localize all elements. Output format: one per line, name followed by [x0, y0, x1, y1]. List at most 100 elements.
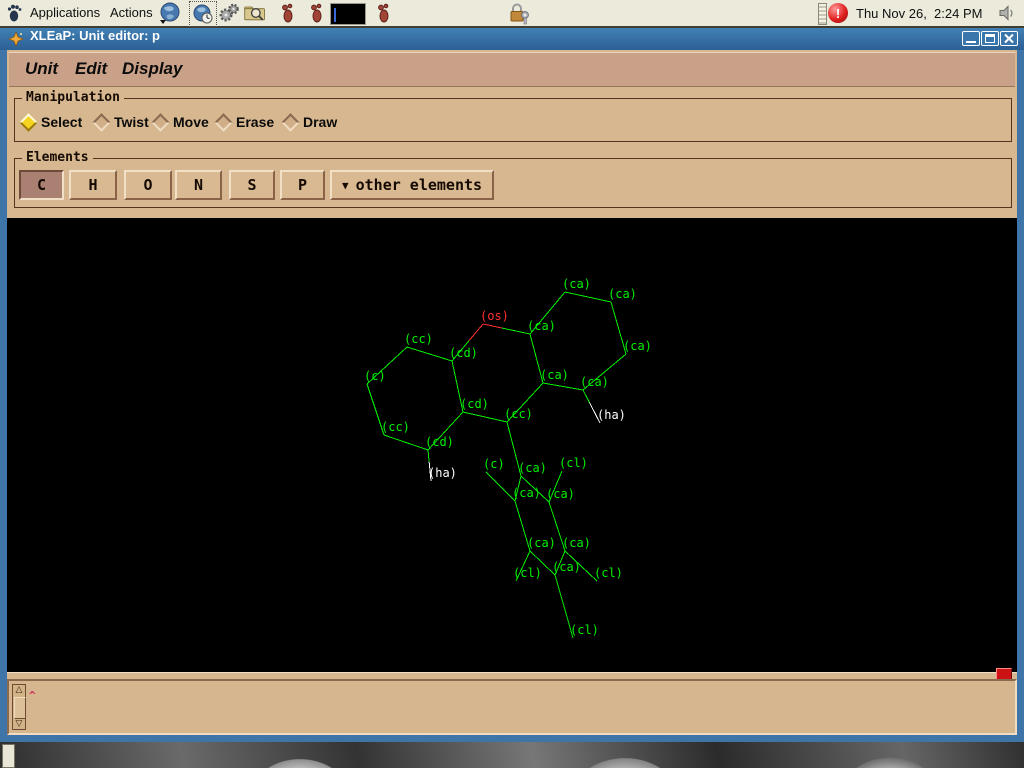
speaker-icon: [997, 4, 1017, 22]
close-icon: [1001, 32, 1017, 45]
menubar: Unit Edit Display: [9, 52, 1015, 87]
footprint-launcher-3[interactable]: [372, 2, 396, 24]
atom-label-cl1[interactable]: (cl): [559, 456, 588, 470]
element-button-s[interactable]: S: [229, 170, 275, 200]
atom-label-cd2[interactable]: (cd): [460, 397, 489, 411]
atom-label-cd3[interactable]: (cd): [425, 435, 454, 449]
atom-label-ca3[interactable]: (ca): [527, 319, 556, 333]
menu-actions[interactable]: Actions: [110, 5, 153, 20]
globe-icon: [158, 1, 182, 25]
atom-label-ca11[interactable]: (ca): [562, 536, 591, 550]
bond[interactable]: [428, 450, 429, 462]
lockscreen-launcher[interactable]: [507, 2, 531, 24]
scroll-up-icon[interactable]: △: [13, 685, 25, 695]
element-button-p[interactable]: P: [280, 170, 325, 200]
titlebar[interactable]: XLEaP: Unit editor: p: [0, 28, 1024, 50]
close-button[interactable]: [1000, 31, 1018, 46]
clock[interactable]: Thu Nov 26, 2:24 PM: [856, 6, 982, 21]
bond[interactable]: [463, 412, 507, 422]
radio-label: Draw: [303, 114, 337, 130]
footprint-icon: [309, 2, 325, 24]
other-elements-label: other elements: [356, 176, 482, 194]
atom-label-c2[interactable]: (c): [483, 457, 505, 471]
atom-label-ca9[interactable]: (ca): [546, 487, 575, 501]
panel-edge-tab[interactable]: [2, 744, 15, 768]
molecule-drawing[interactable]: (ca) (ca) (os) (ca) (cc) (cd) (ca) (c) (ca) (ca) (…: [7, 218, 1017, 672]
radio-erase[interactable]: Erase: [217, 114, 274, 130]
window-star-icon: [8, 31, 24, 52]
atom-label-ca2[interactable]: (ca): [608, 287, 637, 301]
atom-label-cl4[interactable]: (cl): [570, 623, 599, 637]
menu-edit[interactable]: Edit: [75, 59, 107, 79]
atom-label-ca5[interactable]: (ca): [540, 368, 569, 382]
element-button-o[interactable]: O: [124, 170, 172, 200]
atom-label-ca12[interactable]: (ca): [552, 560, 581, 574]
elements-group: Elements C H O N S P ▼ other elements: [14, 158, 1012, 208]
bond[interactable]: [583, 390, 589, 403]
scrollbar-thumb[interactable]: [14, 697, 26, 719]
other-elements-button[interactable]: ▼ other elements: [330, 170, 494, 200]
radio-diamond-icon: [281, 113, 299, 131]
atom-label-cc3[interactable]: (cc): [381, 420, 410, 434]
atom-label-c1[interactable]: (c): [364, 369, 386, 383]
atom-label-cc2[interactable]: (cc): [504, 407, 533, 421]
maximize-button[interactable]: [981, 31, 999, 46]
bond[interactable]: [486, 472, 515, 501]
system-monitor-applet[interactable]: [330, 3, 366, 25]
atom-label-ca4[interactable]: (ca): [623, 339, 652, 353]
bond[interactable]: [543, 383, 583, 390]
radio-select[interactable]: Select: [22, 114, 82, 130]
maximize-icon: [985, 34, 995, 43]
update-alert-icon[interactable]: !: [828, 3, 848, 23]
atom-label-ca8[interactable]: (ca): [512, 486, 541, 500]
radio-twist[interactable]: Twist: [95, 114, 149, 130]
panel-handle[interactable]: [818, 3, 827, 25]
radio-diamond-icon: [151, 113, 169, 131]
footprint-launcher-1[interactable]: [276, 2, 300, 24]
radio-move[interactable]: Move: [154, 114, 209, 130]
radio-label: Move: [173, 114, 209, 130]
atom-label-cl3[interactable]: (cl): [594, 566, 623, 580]
element-button-c[interactable]: C: [19, 170, 64, 200]
atom-label-cc1[interactable]: (cc): [404, 332, 433, 346]
element-button-h[interactable]: H: [69, 170, 117, 200]
search-launcher[interactable]: [243, 2, 267, 24]
globe-clock-applet[interactable]: [189, 1, 217, 27]
gnome-footprint-icon: [4, 3, 24, 23]
desktop-wallpaper: [0, 742, 1024, 768]
atom-label-cd1[interactable]: (cd): [449, 346, 478, 360]
manipulation-group: Manipulation Select Twist Move Erase Dra…: [14, 98, 1012, 142]
menu-applications[interactable]: Applications: [30, 5, 100, 20]
atom-label-ha2[interactable]: (ha): [428, 466, 457, 480]
minimize-button[interactable]: [962, 31, 980, 46]
scroll-down-icon[interactable]: ▽: [13, 719, 25, 729]
gnome-logo-icon[interactable]: [2, 2, 26, 24]
atom-label-ha1[interactable]: (ha): [597, 408, 626, 422]
bond[interactable]: [483, 324, 502, 328]
atom-label-ca6[interactable]: (ca): [580, 375, 609, 389]
molecule-canvas[interactable]: (ca) (ca) (os) (ca) (cc) (cd) (ca) (c) (ca) (ca) (…: [7, 218, 1017, 672]
bond[interactable]: [502, 328, 530, 334]
volume-control[interactable]: [995, 2, 1019, 24]
command-area[interactable]: △ ▽ ^: [7, 679, 1017, 735]
bond[interactable]: [565, 292, 611, 302]
gears-launcher[interactable]: [217, 2, 241, 24]
atom-label-ca1[interactable]: (ca): [562, 277, 591, 291]
command-scrollbar[interactable]: △ ▽: [12, 684, 26, 730]
top-panel: Applications Actions: [0, 0, 1024, 28]
web-browser-launcher[interactable]: [158, 2, 182, 24]
footprint-launcher-2[interactable]: [305, 2, 329, 24]
atom-label-cl2[interactable]: (cl): [513, 566, 542, 580]
bond[interactable]: [407, 347, 452, 361]
atom-label-os[interactable]: (os): [480, 309, 509, 323]
bond[interactable]: [469, 324, 483, 341]
menu-unit[interactable]: Unit: [25, 59, 58, 79]
atom-label-ca10[interactable]: (ca): [527, 536, 556, 550]
menu-display[interactable]: Display: [122, 59, 182, 79]
cpu-load-bar: [334, 8, 336, 22]
element-button-n[interactable]: N: [175, 170, 222, 200]
radio-draw[interactable]: Draw: [284, 114, 337, 130]
atom-label-ca7[interactable]: (ca): [518, 461, 547, 475]
radio-label: Twist: [114, 114, 149, 130]
bond[interactable]: [384, 435, 428, 450]
